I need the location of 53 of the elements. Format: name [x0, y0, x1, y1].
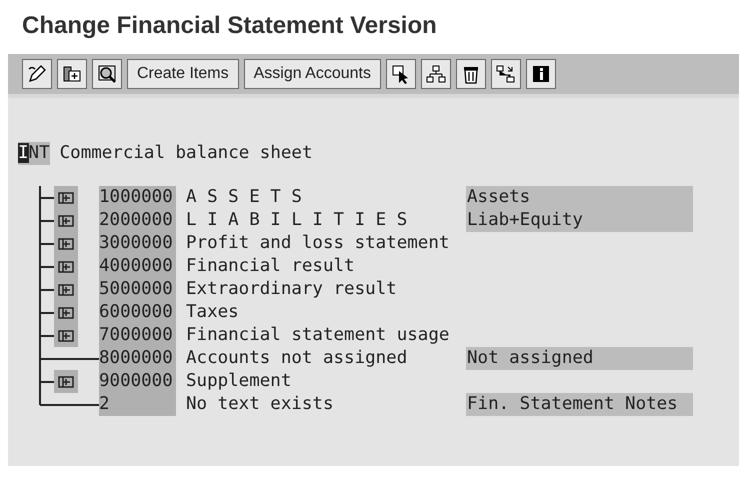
toolbar-button[interactable] [491, 59, 521, 89]
node-text: Accounts not assigned [185, 347, 408, 370]
node-note: Fin. Statement Notes [466, 393, 693, 416]
expand-icon [58, 376, 74, 388]
node-text: Profit and loss statement [185, 232, 450, 255]
hierarchy-icon [425, 63, 447, 85]
node-code[interactable]: 4000000 [99, 255, 176, 278]
node-code[interactable]: 2 [99, 393, 176, 416]
node-note: Liab+Equity [466, 209, 693, 232]
node-code[interactable]: 3000000 [99, 232, 176, 255]
expand-button[interactable] [54, 370, 78, 393]
expand-icon [58, 284, 74, 296]
toolbar-button[interactable]: Create Items [127, 59, 239, 89]
node-code[interactable]: 9000000 [99, 370, 176, 393]
expand-icon [58, 192, 74, 204]
node-text: Taxes [185, 301, 240, 324]
toolbar-button[interactable]: Assign Accounts [244, 59, 381, 89]
node-code[interactable]: 8000000 [99, 347, 176, 370]
node-code[interactable]: 7000000 [99, 324, 176, 347]
node-text: L I A B I L I T I E S [185, 209, 408, 232]
hierarchy-icon [495, 63, 517, 85]
expand-button[interactable] [54, 186, 78, 209]
node-text: Financial result [185, 255, 356, 278]
expand-button[interactable] [54, 324, 78, 347]
search-icon [96, 63, 118, 85]
expand-icon [58, 330, 74, 342]
toolbar-button[interactable] [386, 59, 416, 89]
node-code[interactable]: 5000000 [99, 278, 176, 301]
expand-icon [58, 214, 74, 226]
toolbar-button[interactable] [22, 59, 52, 89]
node-text: Extraordinary result [185, 278, 398, 301]
node-text: No text exists [185, 393, 335, 416]
node-text: Financial statement usage [185, 324, 450, 347]
node-note: Not assigned [466, 347, 693, 370]
node-note: Assets [466, 186, 693, 209]
expand-icon [58, 306, 74, 318]
expand-icon [58, 260, 74, 272]
toolbar-button[interactable] [57, 59, 87, 89]
node-code[interactable]: 1000000 [99, 186, 176, 209]
pencil-icon [26, 63, 48, 85]
node-code[interactable]: 2000000 [99, 209, 176, 232]
toolbar-button[interactable] [421, 59, 451, 89]
toolbar-button[interactable] [526, 59, 556, 89]
root-key[interactable]: INT [18, 142, 50, 165]
tree-root-text: Commercial balance sheet [60, 142, 312, 165]
node-text: Supplement [185, 370, 292, 393]
info-icon [530, 63, 552, 85]
window-title: Change Financial Statement Version [22, 14, 438, 38]
expand-icon [58, 238, 74, 250]
toolbar-button[interactable] [456, 59, 486, 89]
node-text: A S S E T S [185, 186, 303, 209]
node-code[interactable]: 6000000 [99, 301, 176, 324]
toolbar-button[interactable] [92, 59, 122, 89]
